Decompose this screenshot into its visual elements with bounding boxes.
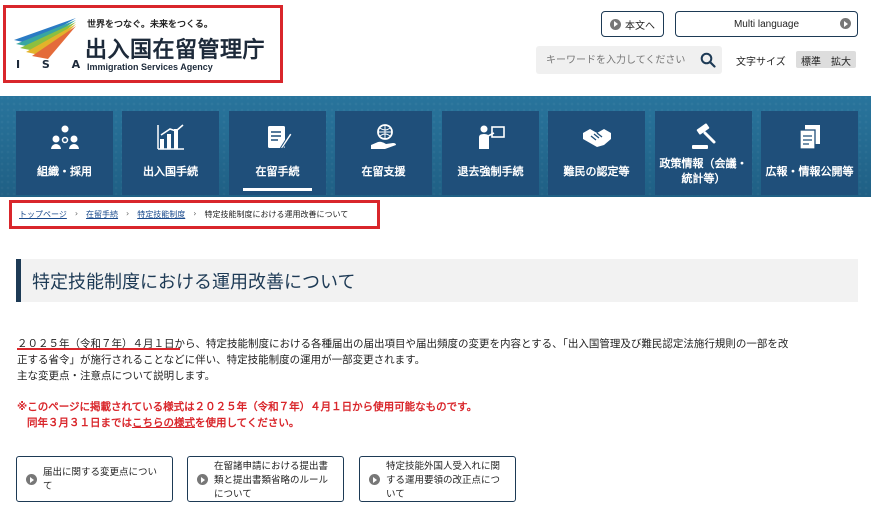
font-size-switcher: 標準 拡大 <box>796 51 856 68</box>
link-button-operational-guidelines[interactable]: 特定技能外国人受入れに関する運用要領の改正点について <box>359 456 516 502</box>
nav-item-policy[interactable]: 政策情報（会議・統計等） <box>655 111 752 195</box>
chevron-right-icon: › <box>193 209 197 218</box>
notice-post: を使用してください。 <box>195 417 300 429</box>
form-notice: ※このページに掲載されている様式は２０２５年（令和７年）４月１日から使用可能なも… <box>17 399 477 431</box>
search-input[interactable] <box>536 46 696 74</box>
font-standard-button[interactable]: 標準 <box>796 51 826 68</box>
document-pen-icon <box>267 126 293 150</box>
nav-item-refugee[interactable]: 難民の認定等 <box>548 111 645 195</box>
nav-item-deportation[interactable]: 退去強制手続 <box>442 111 539 195</box>
old-forms-link[interactable]: こちらの様式 <box>132 417 195 429</box>
link-button-label: 特定技能外国人受入れに関する運用要領の改正点について <box>386 461 501 500</box>
site-logo[interactable]: I S A 世界をつなぐ。未来をつくる。 出入国在留管理庁 Immigratio… <box>3 5 283 83</box>
nav-item-residence-support[interactable]: 在留支援 <box>335 111 432 195</box>
skip-to-content-button[interactable]: 本文へ <box>601 11 664 37</box>
intro-line-2: 正する省令」が施行されることなどに伴い、特定技能制度の運用が一部変更されます。 <box>17 354 426 366</box>
presenter-icon <box>478 125 505 149</box>
isa-logo-mark-icon <box>14 18 76 59</box>
bar-chart-icon <box>156 124 184 150</box>
date-underline-highlight <box>17 348 180 350</box>
logo-title: 出入国在留管理庁 <box>85 38 266 63</box>
logo-subtitle-en: Immigration Services Agency <box>87 62 213 72</box>
nav-label: 出入国手続 <box>143 165 198 178</box>
nav-label: 退去強制手続 <box>457 165 524 178</box>
language-label: Multi language <box>733 18 800 30</box>
nav-item-public-relations[interactable]: 広報・情報公開等 <box>761 111 858 195</box>
arrow-circle-icon <box>197 474 208 485</box>
breadcrumb-residence-link[interactable]: 在留手続 <box>86 209 118 220</box>
nav-item-organization[interactable]: 組織・採用 <box>16 111 113 195</box>
breadcrumb: トップページ › 在留手続 › 特定技能制度 › 特定技能制度における運用改善に… <box>9 200 380 229</box>
breadcrumb-ssw-link[interactable]: 特定技能制度 <box>137 209 185 220</box>
font-size-label: 文字サイズ <box>736 57 786 68</box>
link-button-submission-documents[interactable]: 在留諸申請における提出書類と提出書類省略のルールについて <box>187 456 344 502</box>
arrow-circle-icon <box>369 474 380 485</box>
nav-label: 在留手続 <box>255 165 300 178</box>
people-org-icon <box>50 125 79 149</box>
breadcrumb-current: 特定技能制度における運用改善について <box>204 210 349 219</box>
nav-label: 組織・採用 <box>37 165 92 178</box>
nav-label: 政策情報（会議・統計等） <box>659 157 748 185</box>
chevron-right-icon: › <box>126 209 130 218</box>
nav-label: 在留支援 <box>361 165 406 178</box>
logo-isa-text: I S A <box>16 58 90 71</box>
notice-line-2: 同年３月３１日まではこちらの様式を使用してください。 <box>17 415 477 431</box>
link-button-label: 届出に関する変更点について <box>43 467 158 492</box>
nav-label: 広報・情報公開等 <box>765 165 854 178</box>
arrow-circle-icon <box>610 18 621 30</box>
nav-item-residence[interactable]: 在留手続 <box>229 111 326 195</box>
arrow-circle-icon <box>26 474 37 485</box>
page-title: 特定技能制度における運用改善について <box>32 272 356 293</box>
documents-icon <box>798 125 820 150</box>
search-icon[interactable] <box>700 52 716 68</box>
breadcrumb-home-link[interactable]: トップページ <box>19 209 67 220</box>
gavel-icon <box>691 123 715 149</box>
link-button-notification-changes[interactable]: 届出に関する変更点について <box>16 456 173 502</box>
handshake-icon <box>582 129 611 147</box>
notice-line-1: ※このページに掲載されている様式は２０２５年（令和７年）４月１日から使用可能なも… <box>17 401 478 413</box>
nav-label: 難民の認定等 <box>563 165 630 178</box>
nav-item-immigration[interactable]: 出入国手続 <box>122 111 219 195</box>
intro-text: ２０２５年（令和７年）４月１日から、特定技能制度における各種届出の届出項目や届出… <box>17 336 857 384</box>
arrow-circle-icon <box>840 18 851 29</box>
site-search <box>536 46 722 74</box>
chevron-right-icon: › <box>74 209 79 218</box>
link-button-label: 在留諸申請における提出書類と提出書類省略のルールについて <box>214 461 329 500</box>
skip-label: 本文へ <box>625 20 655 32</box>
intro-line-3: 主な変更点・注意点について説明します。 <box>17 370 216 382</box>
hand-globe-icon <box>370 124 396 149</box>
logo-tagline: 世界をつなぐ。未来をつくる。 <box>87 20 213 30</box>
multi-language-button[interactable]: Multi language <box>675 11 858 37</box>
font-large-button[interactable]: 拡大 <box>826 51 856 68</box>
page-title-bar: 特定技能制度における運用改善について <box>16 259 858 302</box>
notice-pre: 同年３月３１日までは <box>27 417 132 429</box>
